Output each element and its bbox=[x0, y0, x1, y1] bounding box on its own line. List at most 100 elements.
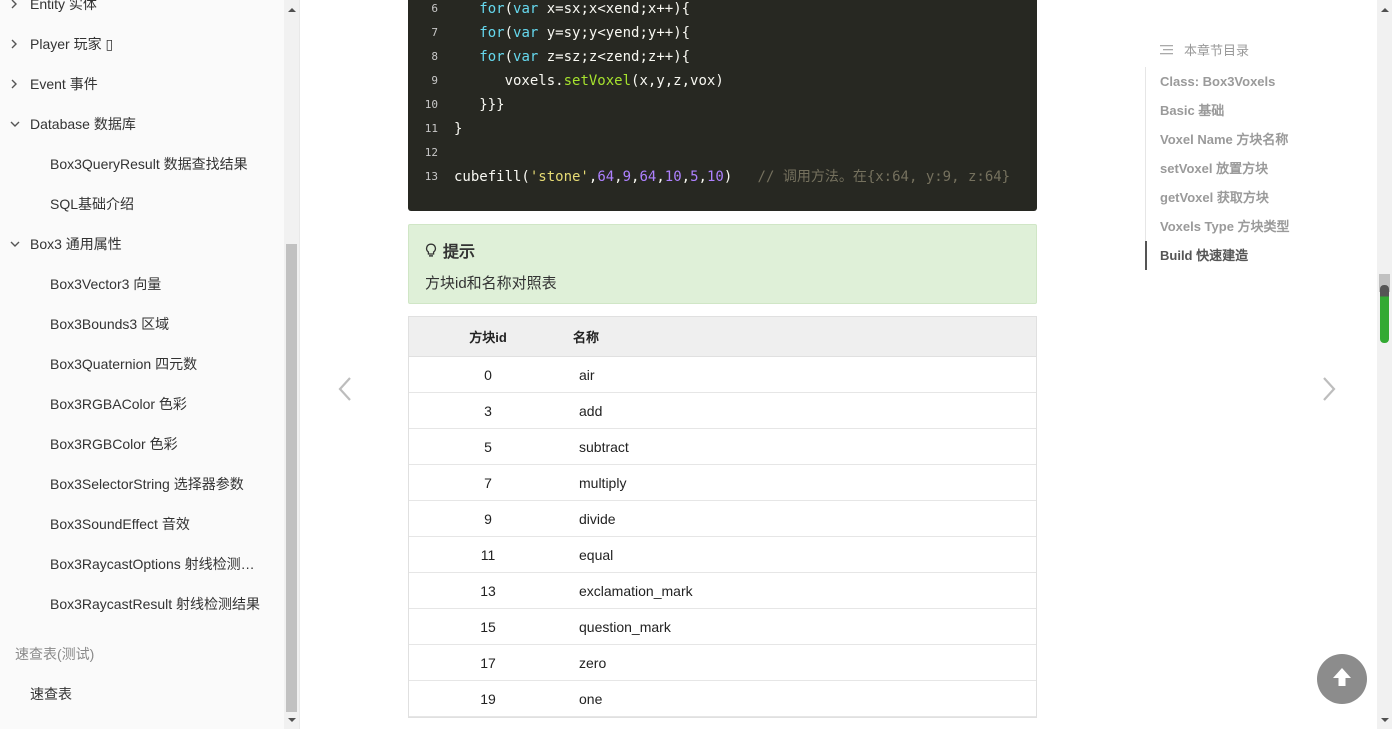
table-row: 15 question_mark bbox=[409, 609, 1036, 645]
line-number: 8 bbox=[431, 50, 438, 63]
table-row: 17 zero bbox=[409, 645, 1036, 681]
sidebar-group[interactable]: Entity 实体 bbox=[0, 0, 284, 24]
sidebar-item-label: Entity 实体 bbox=[30, 0, 97, 12]
code-line: 7 for(var y=sy;y<yend;y++){ bbox=[408, 21, 1037, 45]
sidebar-scrollbar[interactable] bbox=[284, 0, 299, 729]
sidebar-item[interactable]: 速查表 bbox=[0, 674, 284, 714]
sidebar-item-label: Box3Vector3 向量 bbox=[50, 276, 162, 292]
voxel-id-cell: 17 bbox=[480, 654, 496, 671]
sidebar-item[interactable]: Box3QueryResult 数据查找结果 bbox=[0, 144, 284, 184]
line-number: 12 bbox=[424, 146, 438, 159]
toc-header: 本章节目录 bbox=[1145, 34, 1345, 64]
sidebar-item-label: Box3RGBAColor 色彩 bbox=[50, 396, 187, 412]
sidebar-item[interactable]: Box3RaycastResult 射线检测结果 bbox=[0, 584, 284, 624]
sidebar-section-title: 速查表(测试) bbox=[15, 646, 95, 662]
page-scroll-down-arrow-icon[interactable] bbox=[1377, 712, 1392, 727]
sidebar-item[interactable]: Box3RGBColor 色彩 bbox=[0, 424, 284, 464]
voxel-name-cell: air bbox=[579, 366, 595, 383]
toc-item[interactable]: getVoxel 获取方块 bbox=[1146, 183, 1345, 212]
sidebar-item-label: Player 玩家 ▯ bbox=[30, 36, 114, 52]
code-content: }}} bbox=[479, 97, 505, 113]
table-row: 9 divide bbox=[409, 501, 1036, 537]
chevron-down-icon bbox=[10, 120, 30, 128]
line-number: 13 bbox=[424, 170, 438, 183]
voxel-id-cell: 13 bbox=[480, 582, 496, 599]
voxel-name-cell: multiply bbox=[579, 474, 627, 491]
voxel-name-cell: exclamation_mark bbox=[579, 582, 693, 599]
sidebar-item[interactable]: Box3SelectorString 选择器参数 bbox=[0, 464, 284, 504]
line-number: 9 bbox=[431, 74, 438, 87]
toc-item[interactable]: Basic 基础 bbox=[1146, 96, 1345, 125]
prev-page-button[interactable] bbox=[335, 376, 355, 406]
code-content: for(var x=sx;x<xend;x++){ bbox=[479, 1, 691, 17]
code-line: 11} bbox=[408, 117, 1037, 141]
voxel-name-cell: subtract bbox=[579, 438, 629, 455]
toc-item[interactable]: setVoxel 放置方块 bbox=[1146, 154, 1345, 183]
sidebar-item[interactable]: Box3Vector3 向量 bbox=[0, 264, 284, 304]
sidebar-item-label: SQL基础介绍 bbox=[50, 196, 135, 212]
sidebar-item-label: Box3 通用属性 bbox=[30, 236, 122, 252]
sidebar-group[interactable]: Event 事件 bbox=[0, 64, 284, 104]
sidebar-item[interactable]: SQL基础介绍 bbox=[0, 184, 284, 224]
column-header-name: 名称 bbox=[573, 330, 600, 345]
back-to-top-button[interactable] bbox=[1317, 654, 1367, 704]
voxel-name-cell: question_mark bbox=[579, 618, 671, 635]
sidebar-item-label: Event 事件 bbox=[30, 76, 98, 92]
voxel-id-cell: 7 bbox=[484, 474, 492, 491]
toc-item[interactable]: Voxels Type 方块类型 bbox=[1146, 212, 1345, 241]
sidebar-item-label: Box3SelectorString 选择器参数 bbox=[50, 476, 244, 492]
line-number: 6 bbox=[431, 2, 438, 15]
sidebar-item[interactable]: Box3Bounds3 区域 bbox=[0, 304, 284, 344]
page-progress-indicator bbox=[1380, 285, 1389, 343]
code-content: cubefill('stone',64,9,64,10,5,10) // 调用方… bbox=[454, 169, 1011, 185]
toc-item[interactable]: Class: Box3Voxels bbox=[1146, 67, 1345, 96]
page-scroll-up-arrow-icon[interactable] bbox=[1377, 2, 1392, 17]
sidebar-divider bbox=[299, 0, 300, 729]
sidebar-scrollbar-thumb[interactable] bbox=[286, 244, 297, 712]
line-number: 7 bbox=[431, 26, 438, 39]
code-content: voxels.setVoxel(x,y,z,vox) bbox=[504, 73, 724, 89]
table-row: 11 equal bbox=[409, 537, 1036, 573]
sidebar-item[interactable]: Box3Quaternion 四元数 bbox=[0, 344, 284, 384]
sidebar-item[interactable]: Box3RaycastOptions 射线检测参数 bbox=[0, 544, 284, 584]
voxel-name-cell: zero bbox=[579, 654, 607, 671]
column-header-id: 方块id bbox=[469, 330, 507, 345]
voxel-id-cell: 19 bbox=[480, 690, 496, 707]
page-scrollbar[interactable] bbox=[1377, 0, 1392, 729]
sidebar-item[interactable]: Box3SoundEffect 音效 bbox=[0, 504, 284, 544]
table-row: 7 multiply bbox=[409, 465, 1036, 501]
sidebar-item-label: Box3Quaternion 四元数 bbox=[50, 356, 198, 372]
toc-item[interactable]: Voxel Name 方块名称 bbox=[1146, 125, 1345, 154]
sidebar-item[interactable]: Box3RGBAColor 色彩 bbox=[0, 384, 284, 424]
code-line: 12 bbox=[408, 141, 1037, 165]
scroll-up-arrow-icon[interactable] bbox=[284, 2, 299, 17]
voxel-name-cell: add bbox=[579, 402, 603, 419]
code-line: 10 }}} bbox=[408, 93, 1037, 117]
table-of-contents: 本章节目录 Class: Box3Voxels Basic 基础 Voxel Nam… bbox=[1145, 34, 1345, 270]
tip-title: 提示 bbox=[425, 238, 475, 262]
voxel-id-cell: 9 bbox=[484, 510, 492, 527]
sidebar-item-label: Box3RaycastOptions 射线检测参数 bbox=[50, 556, 264, 572]
arrow-up-icon bbox=[1331, 666, 1353, 693]
code-line: 6 for(var x=sx;x<xend;x++){ bbox=[408, 0, 1037, 21]
sidebar-item-label: Box3RGBColor 色彩 bbox=[50, 436, 178, 452]
sidebar-group[interactable]: Player 玩家 ▯ bbox=[0, 24, 284, 64]
sidebar: Entity 实体 Player 玩家 ▯ Event 事件 Database 数据库… bbox=[0, 0, 284, 729]
table-row: 0 air bbox=[409, 357, 1036, 393]
voxel-name-cell: one bbox=[579, 690, 603, 707]
voxel-id-cell: 11 bbox=[480, 546, 496, 563]
code-block: 6 for(var x=sx;x<xend;x++){7 for(var y=s… bbox=[408, 0, 1037, 211]
tip-text: 方块id和名称对照表 bbox=[425, 275, 557, 292]
code-line: 8 for(var z=sz;z<zend;z++){ bbox=[408, 45, 1037, 69]
voxel-id-cell: 5 bbox=[484, 438, 492, 455]
voxel-name-cell: divide bbox=[579, 510, 616, 527]
next-page-button[interactable] bbox=[1319, 376, 1339, 406]
toc-item[interactable]: Build 快速建造 bbox=[1145, 241, 1345, 270]
scroll-down-arrow-icon[interactable] bbox=[284, 712, 299, 727]
lightbulb-icon bbox=[425, 243, 437, 258]
sidebar-group[interactable]: Database 数据库 bbox=[0, 104, 284, 144]
tip-title-text: 提示 bbox=[443, 244, 476, 261]
sidebar-item-label: Box3QueryResult 数据查找结果 bbox=[50, 156, 248, 172]
sidebar-group[interactable]: Box3 通用属性 bbox=[0, 224, 284, 264]
toc-title: 本章节目录 bbox=[1184, 42, 1250, 58]
